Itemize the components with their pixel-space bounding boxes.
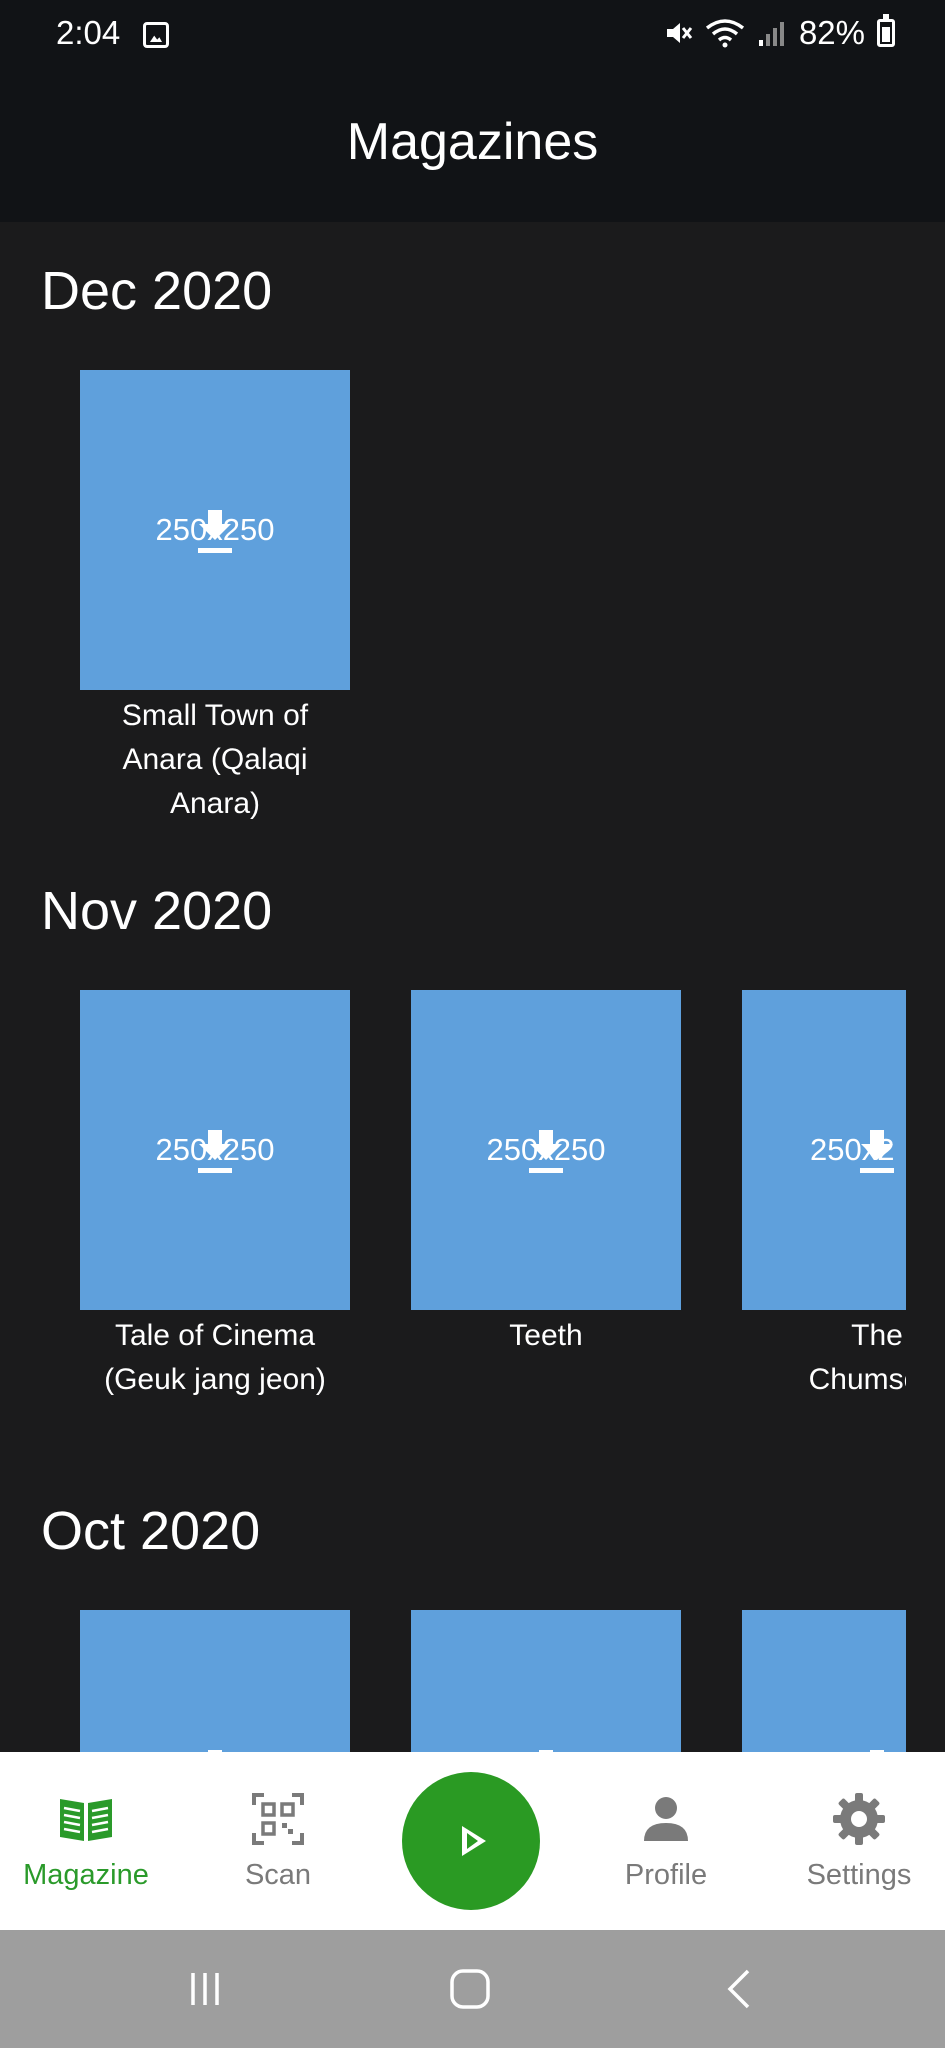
mute-icon [666, 23, 693, 43]
gear-icon [833, 1792, 885, 1845]
section-title: Oct 2020 [41, 1501, 261, 1561]
magazine-title: Small Town of Anara (Qalaqi Anara) [121, 699, 309, 820]
magazine-card[interactable]: 250x2 The Chumscru [742, 990, 906, 1402]
nav-item-profile[interactable]: Profile [582, 1752, 750, 1930]
download-icon [529, 1750, 563, 1752]
system-navigation-bar [0, 1930, 945, 2048]
nav-label: Profile [624, 1858, 708, 1891]
nav-label: Settings [806, 1858, 912, 1891]
status-bar: 2:04 82% [0, 0, 945, 70]
magazine-thumbnail[interactable] [742, 1610, 906, 1752]
recent-apps-button[interactable] [165, 1930, 245, 2048]
magazine-title: Tale of Cinema (Geuk jang jeon) [104, 1319, 326, 1396]
home-button[interactable] [430, 1930, 510, 2048]
home-icon [450, 1969, 490, 2009]
magazine-card[interactable] [80, 1610, 350, 1752]
magazine-thumbnail[interactable]: 250x250 [411, 990, 681, 1310]
magazine-card[interactable]: 250x250 Tale of Cinema (Geuk jang jeon) [80, 990, 350, 1402]
magazine-card[interactable] [742, 1610, 906, 1752]
app-bar: Magazines [0, 70, 945, 222]
qr-code-icon [252, 1792, 304, 1845]
download-icon [860, 1750, 894, 1752]
magazine-title: The Chumscru [808, 1319, 906, 1396]
section-title: Nov 2020 [41, 881, 273, 941]
recent-apps-icon [191, 1973, 219, 2005]
nav-label: Magazine [23, 1858, 149, 1891]
nav-item-scan[interactable]: Scan [196, 1752, 360, 1930]
download-icon [198, 1130, 232, 1170]
magazine-thumbnail[interactable]: 250x2 [742, 990, 906, 1310]
download-icon [860, 1130, 894, 1170]
magazine-row: 250x250 Tale of Cinema (Geuk jang jeon) … [0, 990, 945, 1410]
back-icon [727, 1969, 750, 2009]
battery-percent: 82% [798, 14, 865, 51]
magazine-thumbnail[interactable]: 250x250 [80, 990, 350, 1310]
section-title: Dec 2020 [41, 261, 273, 321]
magazine-title: Teeth [509, 1319, 583, 1352]
battery-charging-icon [877, 14, 895, 47]
magazine-list[interactable]: Dec 2020 250x250 Small Town of Anara (Qa… [0, 222, 945, 1752]
magazine-card[interactable]: 250x250 Teeth [411, 990, 681, 1358]
magazine-thumbnail[interactable]: 250x250 [80, 370, 350, 690]
magazine-row: 250x250 Small Town of Anara (Qalaqi Anar… [0, 370, 945, 820]
person-icon [644, 1796, 688, 1841]
magazine-card[interactable] [411, 1610, 681, 1752]
bottom-navigation: Magazine Scan Profile Settings [0, 1752, 945, 1930]
nav-item-magazine[interactable]: Magazine [0, 1752, 172, 1930]
download-icon [198, 1750, 232, 1752]
magazine-row [0, 1610, 945, 1752]
wifi-icon [705, 19, 745, 48]
play-icon [462, 1826, 486, 1856]
back-button[interactable] [700, 1930, 780, 2048]
download-icon [529, 1130, 563, 1170]
signal-icon [758, 22, 784, 46]
nav-label: Scan [244, 1858, 312, 1891]
nav-item-settings[interactable]: Settings [780, 1752, 938, 1930]
status-time: 2:04 [56, 14, 121, 51]
status-icons: 82% [663, 14, 895, 52]
image-icon [143, 22, 169, 48]
play-button[interactable] [402, 1772, 540, 1910]
magazine-thumbnail[interactable] [80, 1610, 350, 1752]
open-book-icon [60, 1798, 112, 1841]
magazine-card[interactable]: 250x250 Small Town of Anara (Qalaqi Anar… [80, 370, 350, 826]
magazine-thumbnail[interactable] [411, 1610, 681, 1752]
download-icon [198, 510, 232, 550]
page-title: Magazines [346, 113, 599, 171]
